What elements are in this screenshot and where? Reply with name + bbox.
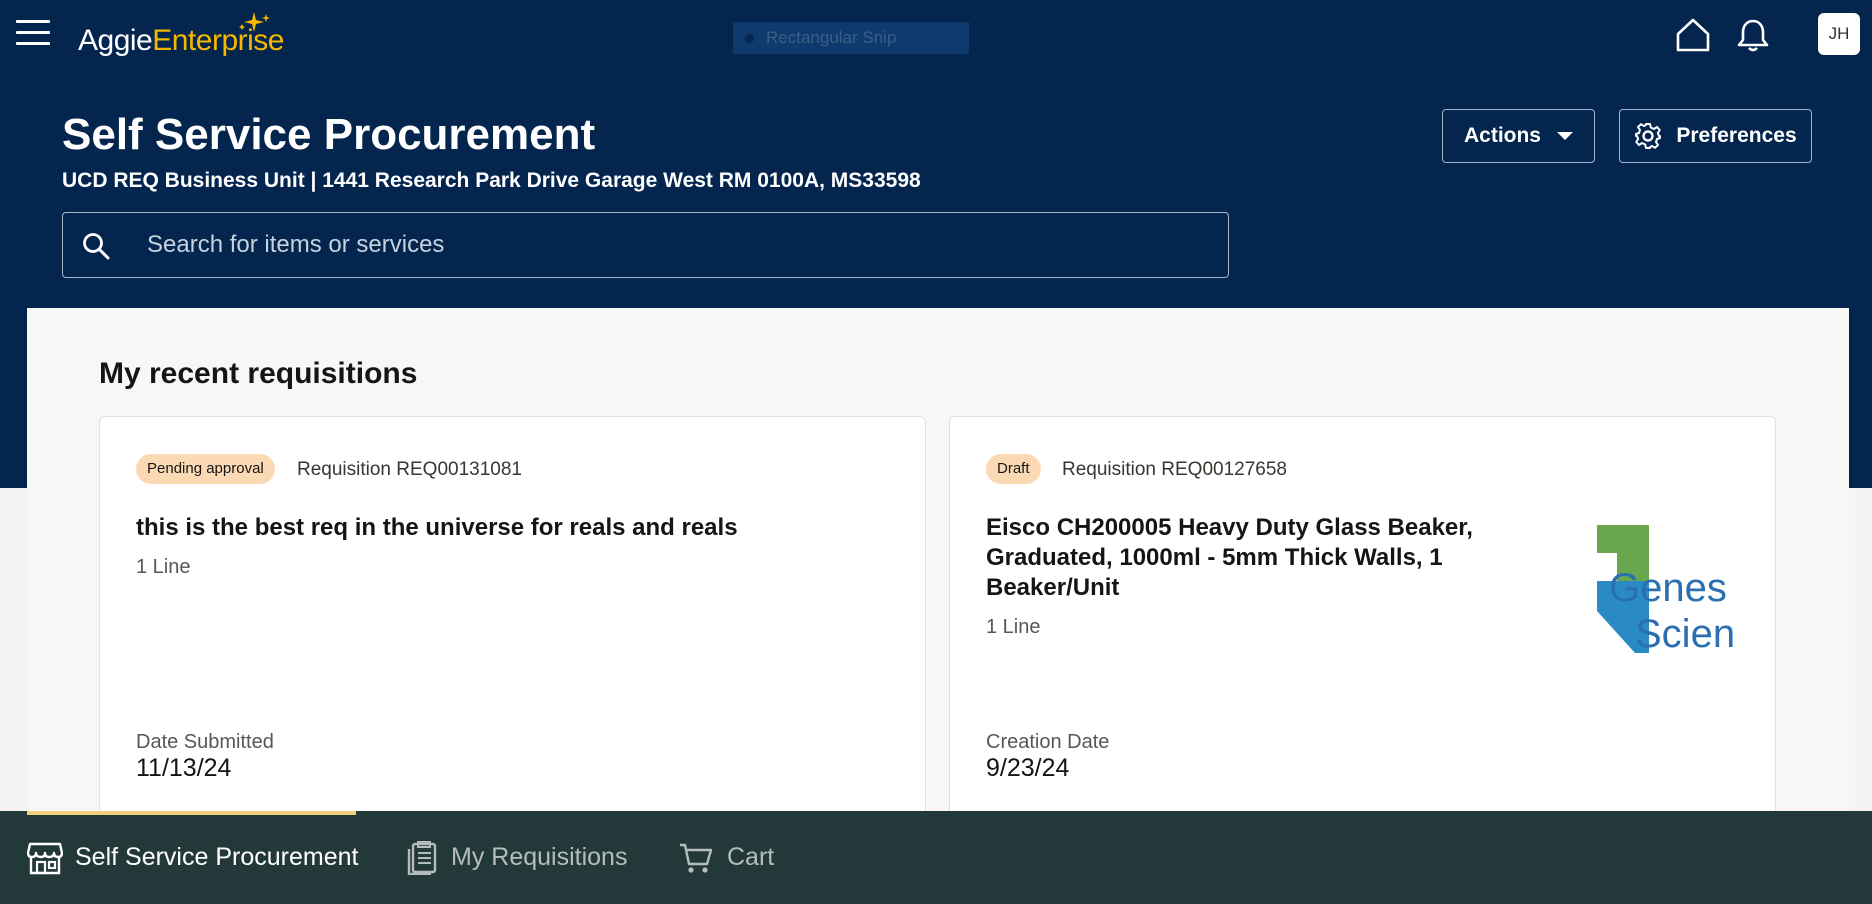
hamburger-menu-icon[interactable] [16,20,50,48]
recent-requisitions-title: My recent requisitions [99,357,418,390]
line-count: 1 Line [136,556,191,578]
nav-label: Self Service Procurement [75,843,359,871]
user-avatar[interactable]: JH [1818,13,1860,55]
requisition-number: Requisition REQ00127658 [1062,459,1287,480]
date-value: 11/13/24 [136,754,232,782]
snip-dot-icon [745,34,754,44]
caret-down-icon [1557,132,1573,140]
product-thumbnail: Genes Scien [1595,523,1738,653]
preferences-button[interactable]: Preferences [1619,109,1812,163]
thumbnail-text-bottom: Scien [1635,612,1735,653]
sparkle-icon [239,12,270,32]
thumbnail-text-top: Genes [1609,566,1727,610]
date-value: 9/23/24 [986,754,1070,782]
business-unit-address: UCD REQ Business Unit | 1441 Research Pa… [62,169,921,192]
genesee-logo-image: Genes Scien [1595,523,1738,653]
date-label: Creation Date [986,731,1110,753]
date-label: Date Submitted [136,731,274,753]
nav-my-requisitions[interactable]: My Requisitions [405,811,627,904]
gear-icon [1635,123,1662,149]
nav-cart[interactable]: Cart [679,811,774,904]
page-title: Self Service Procurement [62,110,596,159]
cart-icon [680,843,713,873]
logo-text-aggie: Aggie [78,24,153,57]
snip-label: Rectangular Snip [766,28,897,47]
nav-label: My Requisitions [451,843,628,871]
requisition-title[interactable]: Eisco CH200005 Heavy Duty Glass Beaker, … [986,513,1516,603]
requisition-number: Requisition REQ00131081 [297,459,522,480]
top-bar: AggieEnterprise Rectangular Snip JH [0,0,1872,70]
rectangular-snip-overlay: Rectangular Snip [733,22,969,54]
search-icon [83,233,110,260]
status-badge: Draft [986,454,1041,484]
requisition-card[interactable]: Draft Requisition REQ00127658 Eisco CH20… [949,416,1776,816]
line-count: 1 Line [986,616,1041,638]
preferences-label: Preferences [1676,124,1797,147]
bell-icon[interactable] [1734,16,1772,54]
status-badge: Pending approval [136,454,275,484]
requisition-card[interactable]: Pending approval Requisition REQ00131081… [99,416,926,816]
search-bar[interactable] [62,212,1229,278]
actions-button[interactable]: Actions [1442,109,1595,163]
home-icon[interactable] [1674,16,1712,54]
store-icon [27,842,63,874]
nav-self-service-procurement[interactable]: Self Service Procurement [27,811,358,904]
search-input[interactable] [147,213,1207,277]
actions-label: Actions [1463,124,1541,147]
nav-label: Cart [727,843,775,871]
requisition-title[interactable]: this is the best req in the universe for… [136,513,896,543]
clipboard-list-icon [407,840,437,875]
active-tab-indicator [27,811,356,815]
bottom-navigation: Self Service Procurement My Requisitions… [0,811,1872,904]
